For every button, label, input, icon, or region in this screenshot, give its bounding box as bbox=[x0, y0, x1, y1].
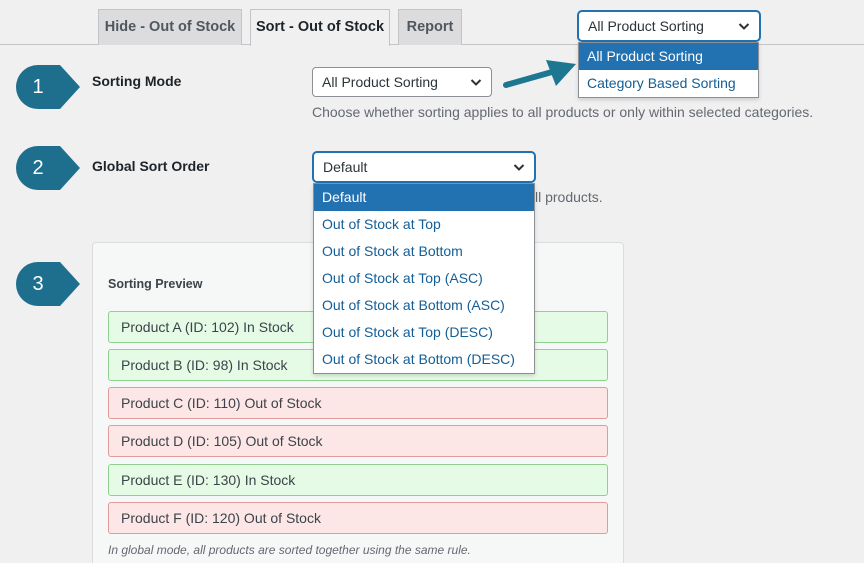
sorting-mode-description: Choose whether sorting applies to all pr… bbox=[312, 104, 814, 120]
dropdown-option-out-of-stock-top-desc[interactable]: Out of Stock at Top (DESC) bbox=[314, 319, 534, 346]
chevron-down-icon bbox=[470, 79, 482, 86]
product-row: Product F (ID: 120) Out of Stock bbox=[108, 502, 608, 534]
sorting-preview-note: In global mode, all products are sorted … bbox=[108, 543, 471, 557]
global-sort-order-dropdown: Default Out of Stock at Top Out of Stock… bbox=[313, 183, 535, 374]
global-sort-order-select-value: Default bbox=[323, 159, 368, 175]
chevron-down-icon bbox=[738, 23, 750, 30]
dropdown-option-all-product-sorting[interactable]: All Product Sorting bbox=[579, 43, 758, 70]
step-badge-number: 2 bbox=[32, 157, 44, 179]
dropdown-option-default[interactable]: Default bbox=[314, 184, 534, 211]
tab-hide-out-of-stock[interactable]: Hide - Out of Stock bbox=[98, 9, 242, 45]
sorting-mode-select[interactable]: All Product Sorting bbox=[312, 67, 492, 97]
product-row: Product E (ID: 130) In Stock bbox=[108, 464, 608, 496]
tab-report[interactable]: Report bbox=[398, 9, 462, 45]
sorting-mode-label: Sorting Mode bbox=[92, 73, 182, 89]
product-row: Product C (ID: 110) Out of Stock bbox=[108, 387, 608, 419]
step-badge-number: 3 bbox=[32, 273, 44, 295]
dropdown-option-category-based-sorting[interactable]: Category Based Sorting bbox=[579, 70, 758, 97]
dropdown-option-out-of-stock-bottom-asc[interactable]: Out of Stock at Bottom (ASC) bbox=[314, 292, 534, 319]
global-sort-order-description: ll products. bbox=[535, 189, 603, 205]
step-badge-3: 3 bbox=[16, 261, 80, 307]
sorting-mode-select-value: All Product Sorting bbox=[322, 74, 438, 90]
global-sort-order-select[interactable]: Default bbox=[313, 152, 535, 182]
step-badge-2: 2 bbox=[16, 145, 80, 191]
dropdown-option-out-of-stock-top[interactable]: Out of Stock at Top bbox=[314, 211, 534, 238]
dropdown-option-out-of-stock-top-asc[interactable]: Out of Stock at Top (ASC) bbox=[314, 265, 534, 292]
sorting-preview-title: Sorting Preview bbox=[108, 277, 203, 291]
step-badge-number: 1 bbox=[32, 76, 44, 98]
step-badge-1: 1 bbox=[16, 64, 80, 110]
arrow-right-icon bbox=[503, 60, 576, 88]
top-sorting-dropdown: All Product Sorting Category Based Sorti… bbox=[578, 42, 759, 98]
product-row: Product D (ID: 105) Out of Stock bbox=[108, 425, 608, 457]
dropdown-option-out-of-stock-bottom-desc[interactable]: Out of Stock at Bottom (DESC) bbox=[314, 346, 534, 373]
chevron-down-icon bbox=[513, 164, 525, 171]
top-sorting-select-value: All Product Sorting bbox=[588, 18, 704, 34]
top-sorting-select[interactable]: All Product Sorting bbox=[578, 11, 760, 41]
tab-sort-out-of-stock[interactable]: Sort - Out of Stock bbox=[250, 9, 390, 46]
global-sort-order-label: Global Sort Order bbox=[92, 158, 210, 174]
dropdown-option-out-of-stock-bottom[interactable]: Out of Stock at Bottom bbox=[314, 238, 534, 265]
